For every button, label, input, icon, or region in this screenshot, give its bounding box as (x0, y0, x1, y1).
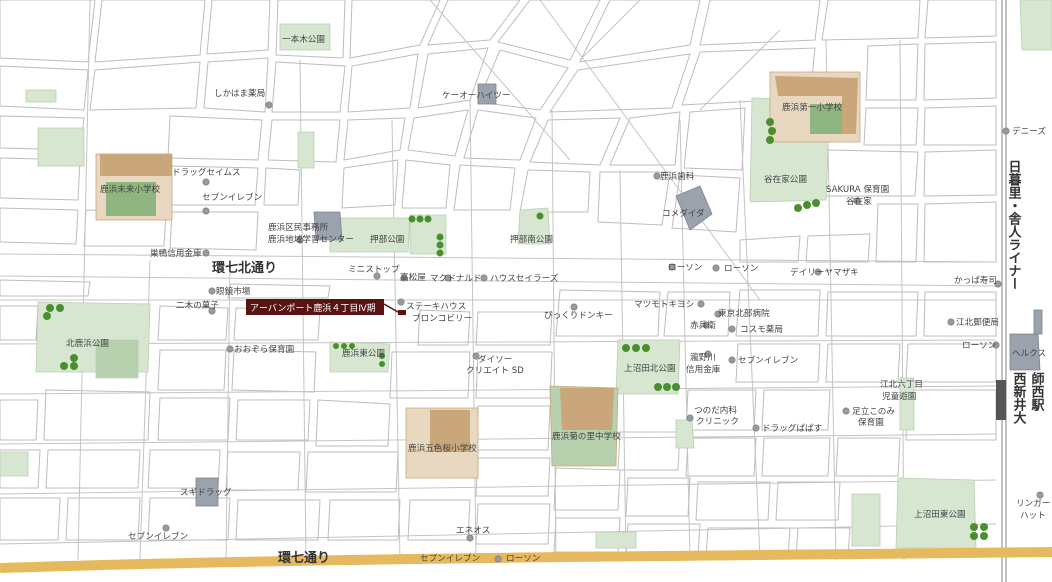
label-bronco-billy: ブロンコビリー (412, 312, 472, 324)
label-kohoku-6-2: 児童遊園 (882, 390, 916, 402)
label-tsunoda-2: クリニック (696, 416, 739, 427)
map-canvas[interactable]: アーバンポート鹿浜４丁目Ⅳ期 一本木公園 しかはま薬局 ケーオーハイツー デニー… (0, 0, 1052, 582)
road-label-kanana-north: 環七北通り (212, 260, 277, 276)
label-bikkuri-donki: びっくりドンキー (544, 310, 613, 321)
label-ringer-hut-2: ハット (1020, 511, 1046, 521)
label-takinogawa-1: 瀧野川 (690, 351, 716, 363)
label-seven-eleven-3: セブンイレブン (128, 530, 188, 542)
label-sakura-nursery: SAKURA 保育園 (826, 183, 889, 195)
property-callout-label[interactable]: アーバンポート鹿浜４丁目Ⅳ期 (250, 302, 376, 314)
label-daiso-2: クリエイト SD (466, 365, 524, 376)
label-adachi-komichi-1: 足立このみ (852, 405, 895, 417)
label-daily-yamazaki: デイリーヤマザキ (790, 266, 859, 278)
label-ringer-hut-1: リンガー (1016, 498, 1050, 509)
label-house-sailors: ハウスセイラーズ (490, 272, 559, 284)
label-suguri-drug: スギドラッグ (180, 486, 232, 498)
label-matsumoto-kiyoshi: マツモトキヨシ (634, 300, 694, 310)
label-kohoku-post: 江北郵便局 (956, 316, 999, 328)
label-tokyo-north-hospital: 東京北部病院 (718, 307, 770, 319)
label-community-center: 鹿浜地域学習センター (268, 233, 354, 245)
label-shikahama-dental: 鹿浜歯科 (660, 170, 695, 182)
label-komeda: コメダイダ (662, 207, 705, 219)
label-seven-eleven-1: セブンイレブン (202, 191, 262, 203)
station-label-col1: 西新井大 (1011, 372, 1027, 425)
label-adachi-komichi-2: 保育園 (858, 416, 884, 428)
map[interactable]: アーバンポート鹿浜４丁目Ⅳ期 一本木公園 しかはま薬局 ケーオーハイツー デニー… (0, 0, 1052, 582)
label-drug-papas: ドラッグぱぱす (762, 422, 822, 434)
label-ozora-nursery: おおぞら保育園 (234, 343, 294, 355)
station-platform (996, 380, 1006, 420)
label-lawson-2: ローソン (724, 264, 758, 274)
label-drug-seims: ドラッグセイムス (172, 166, 241, 178)
label-shikahama-dai1-es: 鹿浜第一小学校 (782, 101, 843, 113)
label-kaminumata-kita-park: 上沼田北公園 (624, 363, 676, 374)
label-oshibe-park: 押部公園 (370, 233, 404, 245)
label-seven-eleven-2: セブンイレブン (738, 354, 798, 366)
label-shikahama-higashi-park: 鹿浜東公園 (342, 347, 385, 359)
label-lawson-1: ローソン (668, 263, 702, 273)
label-sugamo-shinkin: 巣鴨信用金庫 (150, 247, 202, 259)
label-kappa-sushi: かっぱ寿司 (954, 274, 997, 286)
label-office: 鹿浜区民事務所 (268, 221, 329, 233)
station-label-col2: 師西駅 (1029, 371, 1046, 412)
label-dennys: デニーズ (1012, 125, 1046, 137)
label-takinogawa-2: 信用金庫 (686, 363, 721, 375)
label-lawson-3: ローソン (962, 341, 996, 351)
label-lawson-4: ローソン (506, 554, 540, 564)
label-shikahama-goshiki: 鹿浜五色桜小学校 (408, 442, 477, 454)
label-cosmos: コスモ薬局 (740, 323, 783, 335)
label-shikahama-pharmacy: しかはま薬局 (214, 87, 265, 99)
label-shikahama-mirai-school: 鹿浜未来小学校 (100, 183, 161, 195)
rail-label-nippori-liner: 日暮里・舎人ライナー (1006, 160, 1023, 290)
label-steak-house: ステーキハウス (406, 301, 466, 312)
label-kaminumata-higashi-park: 上沼田東公園 (914, 508, 966, 520)
label-eneos: エネオス (456, 525, 490, 536)
label-yazaike-park: 谷在家公園 (764, 173, 807, 185)
label-daiso-1: ダイソー (478, 353, 512, 365)
label-ganshou: 眼鏡市場 (216, 285, 251, 297)
label-yazaike: 谷在家 (846, 195, 872, 207)
label-herkus: ヘルクス (1012, 348, 1046, 359)
label-kohoku-6-1: 江北六丁目 (880, 378, 923, 390)
label-ipponki-park: 一本木公園 (282, 33, 325, 45)
road-label-kanana: 環七通り (278, 550, 330, 566)
label-seven-eleven-4: セブンイレブン (420, 552, 480, 564)
label-tsunoda-1: つのだ内科 (694, 404, 737, 416)
label-ministop: ミニストップ (348, 264, 400, 275)
label-takamatsuya: 高松屋 (400, 271, 426, 283)
property-marker[interactable]: アーバンポート鹿浜４丁目Ⅳ期 (246, 299, 406, 315)
label-oshibe-minami-park: 押部南公園 (510, 233, 553, 245)
label-nikino-kashi: 二木の菓子 (176, 299, 219, 311)
label-shikahama-kiku: 鹿浜菊の里中学校 (552, 430, 621, 442)
label-mcdonalds: マクドナルド (430, 273, 482, 284)
label-kitashikahama-park: 北鹿浜公園 (66, 337, 109, 349)
label-akahyoe: 赤兵衛 (690, 319, 716, 331)
label-keio-heights: ケーオーハイツー (442, 90, 510, 101)
